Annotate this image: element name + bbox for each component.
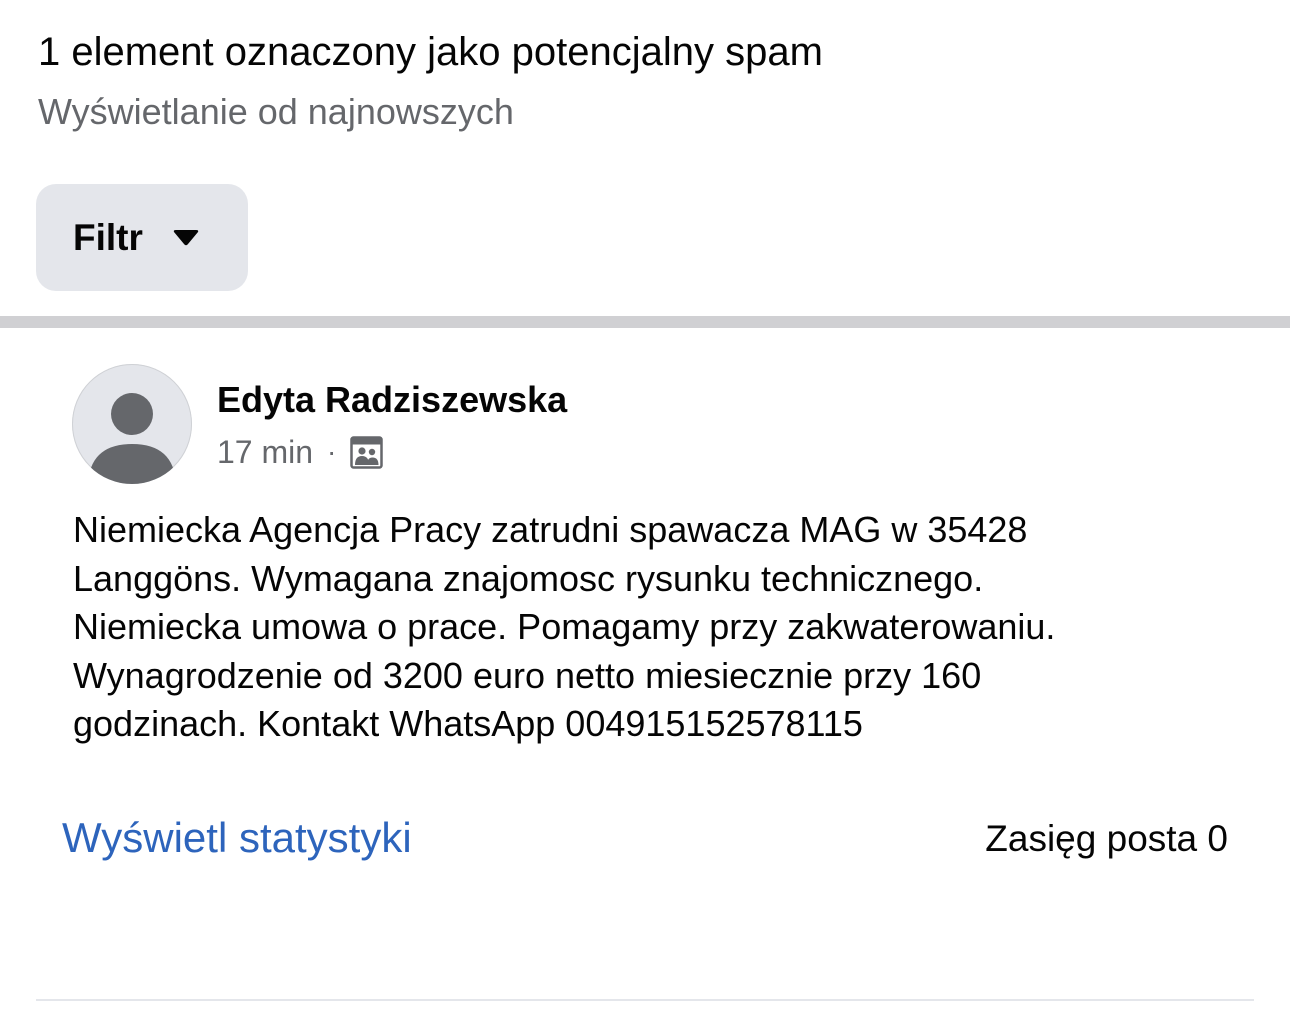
section-divider xyxy=(0,316,1290,328)
post-divider xyxy=(36,999,1254,1001)
post-text: Niemiecka Agencja Pracy zatrudni spawacz… xyxy=(73,509,1056,744)
post-reach: Zasięg posta 0 xyxy=(985,818,1228,859)
view-insights-link[interactable]: Wyświetl statystyki xyxy=(62,812,412,864)
post-timestamp[interactable]: 17 min xyxy=(217,432,313,472)
page-header: 1 element oznaczony jako potencjalny spa… xyxy=(38,28,1252,134)
sort-order-label: Wyświetlanie od najnowszych xyxy=(38,91,514,132)
avatar[interactable] xyxy=(72,364,192,484)
page-title: 1 element oznaczony jako potencjalny spa… xyxy=(38,30,823,74)
post-author-name[interactable]: Edyta Radziszewska xyxy=(217,378,567,422)
group-audience-icon xyxy=(350,435,384,469)
filter-button[interactable]: Filtr xyxy=(36,184,248,291)
filter-button-label: Filtr xyxy=(73,216,143,258)
meta-separator: · xyxy=(327,436,337,467)
caret-down-icon xyxy=(171,229,201,247)
post-meta: 17 min · xyxy=(217,432,384,472)
default-avatar-icon xyxy=(88,393,176,484)
